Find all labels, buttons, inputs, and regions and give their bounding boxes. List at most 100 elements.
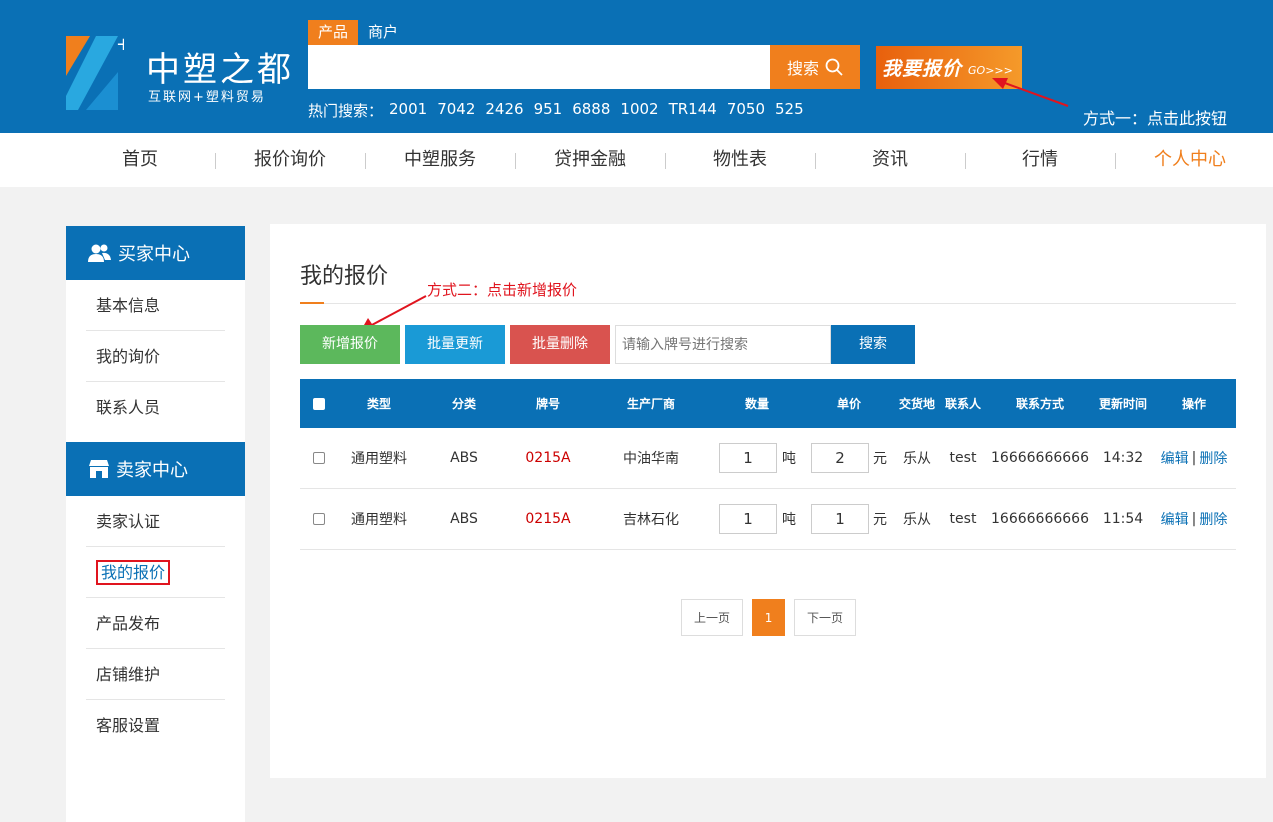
column-header: 操作: [1181, 397, 1206, 411]
column-header: 交货地: [898, 397, 935, 411]
grade-search-input[interactable]: [615, 325, 831, 364]
table-row: 通用塑料 ABS 0215A 中油华南 1 吨 2 元 乐从 test 1666…: [300, 428, 1236, 489]
quote-button[interactable]: 我要报价 GO>>>: [876, 46, 1022, 89]
hot-word[interactable]: 7050: [727, 100, 765, 121]
logo-title: 中塑之都: [146, 50, 294, 90]
nav-market[interactable]: 行情: [965, 133, 1115, 187]
logo-subtitle: 互联网+塑料贸易: [148, 90, 266, 105]
annotation-method-one: 方式一：点击此按钮: [1083, 109, 1228, 128]
pagination: 上一页 1 下一页: [681, 599, 857, 636]
hot-search: 热门搜索： 2001 7042 2426 951 6888 1002 TR144…: [308, 100, 814, 121]
cell-phone: 16666666666: [991, 450, 1089, 466]
add-quote-button[interactable]: 新增报价: [300, 325, 400, 364]
column-header: 更新时间: [1098, 397, 1147, 411]
header-search-input[interactable]: [308, 45, 770, 89]
cell-grade[interactable]: 0215A: [508, 428, 588, 488]
sidebar-item-seller-verify[interactable]: 卖家认证: [86, 496, 225, 547]
hot-word[interactable]: 2426: [485, 100, 523, 121]
select-all-checkbox[interactable]: [313, 397, 325, 410]
cell-maker: 吉林石化: [623, 512, 679, 528]
buyer-center-header: 买家中心: [66, 226, 245, 280]
sidebar-item-shop-maintain[interactable]: 店铺维护: [86, 649, 225, 700]
cell-maker: 中油华南: [623, 451, 679, 467]
row-checkbox[interactable]: [313, 513, 325, 525]
cell-place: 乐从: [903, 512, 931, 528]
cell-actions: 编辑 | 删除: [1156, 428, 1232, 488]
action-separator: |: [1191, 450, 1197, 466]
qty-input[interactable]: 1: [719, 504, 777, 534]
sidebar-item-service-settings[interactable]: 客服设置: [86, 700, 225, 751]
hot-word[interactable]: 2001: [389, 100, 427, 121]
cell-contact: test: [949, 450, 977, 466]
tab-product[interactable]: 产品: [308, 20, 359, 45]
row-select-cell: [300, 489, 338, 549]
select-all-cell: [300, 379, 338, 428]
sidebar-item-product-publish[interactable]: 产品发布: [86, 598, 225, 649]
row-checkbox[interactable]: [313, 452, 325, 464]
action-separator: |: [1191, 511, 1197, 527]
cell-time: 14:32: [1102, 450, 1144, 466]
header-search-button[interactable]: 搜索: [770, 45, 860, 89]
cell-place: 乐从: [903, 451, 931, 467]
sidebar-item-basic-info[interactable]: 基本信息: [86, 280, 225, 331]
column-header: 单价: [836, 397, 861, 411]
nav-personal-center[interactable]: 个人中心: [1115, 133, 1265, 187]
main-nav: 首页 报价询价 中塑服务 贷押金融 物性表 资讯 行情 个人中心: [0, 133, 1273, 187]
batch-delete-button[interactable]: 批量删除: [510, 325, 610, 364]
tab-merchant[interactable]: 商户: [358, 20, 408, 45]
nav-home[interactable]: 首页: [65, 133, 215, 187]
price-cell: 2: [811, 428, 869, 488]
cell-type: 通用塑料: [351, 512, 407, 528]
delete-link[interactable]: 删除: [1199, 509, 1227, 529]
site-logo[interactable]: + 中塑之都 互联网+塑料贸易: [66, 28, 291, 112]
price-input[interactable]: 1: [811, 504, 869, 534]
nav-news[interactable]: 资讯: [815, 133, 965, 187]
quote-button-label: 我要报价: [882, 58, 963, 80]
current-page-button[interactable]: 1: [752, 599, 786, 636]
column-header: 联系人: [944, 397, 981, 411]
hot-word[interactable]: 6888: [572, 100, 610, 121]
grade-search-button[interactable]: 搜索: [831, 325, 915, 364]
column-header: 分类: [451, 397, 476, 411]
edit-link[interactable]: 编辑: [1161, 509, 1189, 529]
sidebar-item-my-quotes-label: 我的报价: [96, 560, 171, 585]
sidebar-item-my-quotes[interactable]: 我的报价: [86, 547, 225, 598]
qty-cell: 1: [719, 428, 777, 488]
column-header: 生产厂商: [626, 397, 675, 411]
nav-quote-inquiry[interactable]: 报价询价: [215, 133, 365, 187]
qty-unit: 吨: [782, 512, 796, 528]
nav-property-table[interactable]: 物性表: [665, 133, 815, 187]
buyer-center-title: 买家中心: [118, 244, 190, 265]
qty-input[interactable]: 1: [719, 443, 777, 473]
price-cell: 1: [811, 489, 869, 549]
prev-page-button[interactable]: 上一页: [681, 599, 744, 636]
hot-word[interactable]: 525: [775, 100, 804, 121]
row-select-cell: [300, 428, 338, 488]
price-unit: 元: [873, 451, 887, 467]
sidebar: 买家中心 基本信息 我的询价 联系人员 卖家中心 卖家认证 我的报价 产品发布 …: [66, 226, 245, 822]
site-header: + 中塑之都 互联网+塑料贸易 产品 商户 搜索 我要报价 GO>>> 热门搜索…: [0, 0, 1273, 133]
price-input[interactable]: 2: [811, 443, 869, 473]
cell-category: ABS: [450, 511, 478, 527]
hot-word[interactable]: 7042: [437, 100, 475, 121]
nav-services[interactable]: 中塑服务: [365, 133, 515, 187]
svg-text:+: +: [116, 36, 124, 55]
table-row: 通用塑料 ABS 0215A 吉林石化 1 吨 1 元 乐从 test 1666…: [300, 489, 1236, 550]
hot-word[interactable]: 951: [534, 100, 563, 121]
batch-update-button[interactable]: 批量更新: [405, 325, 505, 364]
delete-link[interactable]: 删除: [1199, 448, 1227, 468]
qty-unit: 吨: [782, 451, 796, 467]
nav-finance[interactable]: 贷押金融: [515, 133, 665, 187]
hot-word[interactable]: TR144: [669, 100, 717, 121]
edit-link[interactable]: 编辑: [1161, 448, 1189, 468]
seller-center-header: 卖家中心: [66, 442, 245, 496]
hot-word[interactable]: 1002: [620, 100, 658, 121]
next-page-button[interactable]: 下一页: [794, 599, 857, 636]
header-search-label: 搜索: [786, 59, 819, 78]
sidebar-item-contacts[interactable]: 联系人员: [86, 382, 225, 433]
users-icon: [88, 244, 111, 262]
cell-grade[interactable]: 0215A: [508, 489, 588, 549]
table-header: 类型 分类 牌号 生产厂商 数量 单价 交货地 联系人 联系方式 更新时间 操作: [300, 379, 1236, 428]
hot-search-label: 热门搜索：: [308, 102, 384, 120]
sidebar-item-my-inquiries[interactable]: 我的询价: [86, 331, 225, 382]
